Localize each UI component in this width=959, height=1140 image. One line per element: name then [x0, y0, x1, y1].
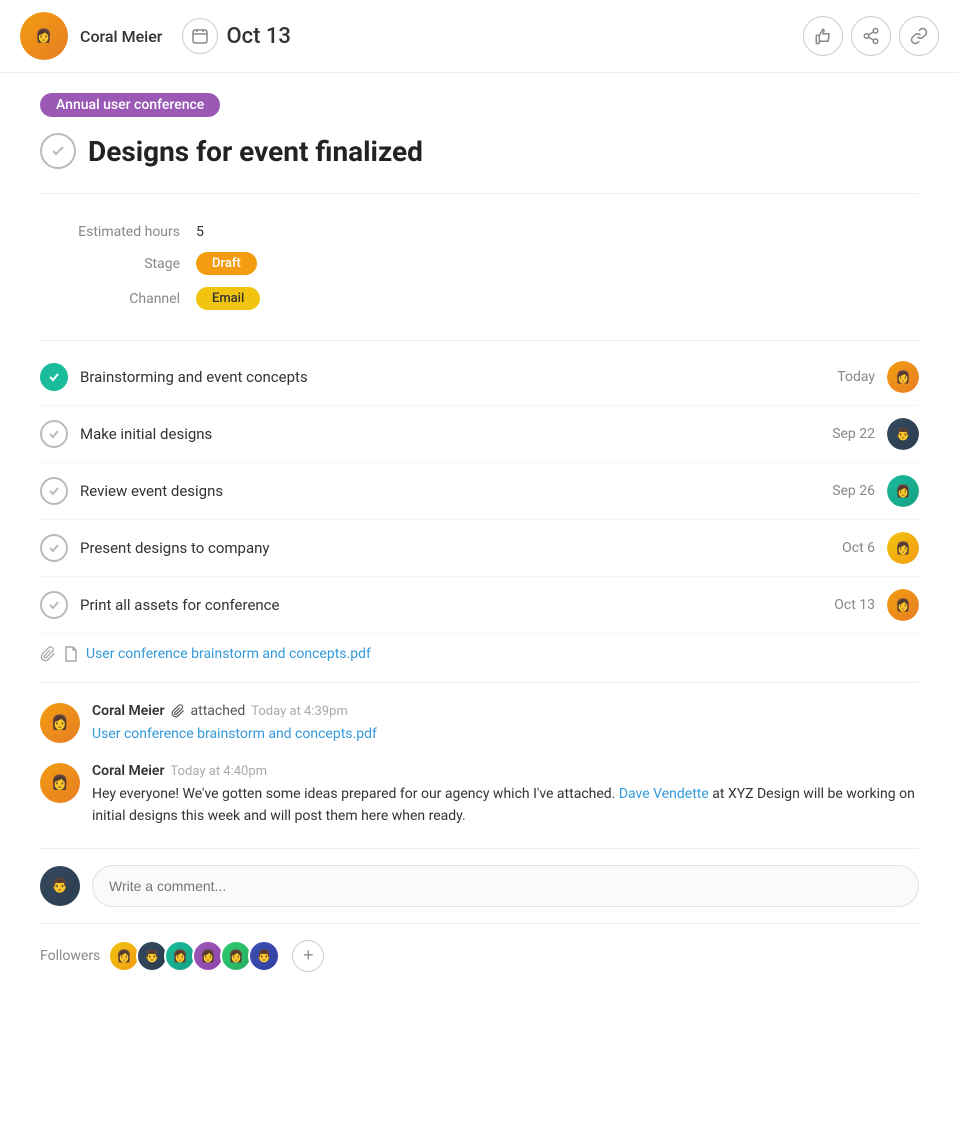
estimated-hours-label: Estimated hours	[40, 224, 180, 240]
activity-avatar-1: 👩	[40, 763, 80, 803]
subtask-date-2: Sep 26	[832, 483, 875, 499]
stage-row: Stage Draft	[40, 246, 919, 281]
table-row: Make initial designs Sep 22 👨	[40, 406, 919, 463]
activity-text-1: Hey everyone! We've gotten some ideas pr…	[92, 783, 919, 828]
link-button[interactable]	[899, 16, 939, 56]
activity-content-1: Coral Meier Today at 4:40pm Hey everyone…	[92, 763, 919, 828]
stage-label: Stage	[40, 256, 180, 272]
subtask-date-3: Oct 6	[842, 540, 875, 556]
subtask-check-3[interactable]	[40, 534, 68, 562]
table-row: Print all assets for conference Oct 13 👩	[40, 577, 919, 634]
comment-section: 👨	[40, 848, 919, 923]
subtask-name-1: Make initial designs	[80, 425, 832, 443]
follower-avatar-5[interactable]: 👨	[248, 940, 280, 972]
share-button[interactable]	[851, 16, 891, 56]
commenter-avatar: 👨	[40, 866, 80, 906]
attachment-link[interactable]: User conference brainstorm and concepts.…	[86, 646, 371, 662]
subtask-date-1: Sep 22	[832, 426, 875, 442]
subtask-avatar-0: 👩	[887, 361, 919, 393]
subtask-check-4[interactable]	[40, 591, 68, 619]
activity-item-1: 👩 Coral Meier Today at 4:40pm Hey everyo…	[40, 763, 919, 828]
project-tag[interactable]: Annual user conference	[40, 93, 220, 117]
activity-action-0: attached	[191, 703, 246, 719]
table-row: Review event designs Sep 26 👩	[40, 463, 919, 520]
title-row: Designs for event finalized	[40, 133, 919, 169]
subtask-check-2[interactable]	[40, 477, 68, 505]
activity-item-0: 👩 Coral Meier attached Today at 4:39pm U…	[40, 703, 919, 743]
subtask-avatar-2: 👩	[887, 475, 919, 507]
attachment-indicator-icon	[171, 704, 185, 718]
activity-content-0: Coral Meier attached Today at 4:39pm Use…	[92, 703, 919, 743]
subtask-name-2: Review event designs	[80, 482, 832, 500]
channel-badge[interactable]: Email	[196, 287, 260, 310]
header-date: Oct 13	[226, 24, 290, 49]
table-row: Present designs to company Oct 6 👩	[40, 520, 919, 577]
subtask-avatar-1: 👨	[887, 418, 919, 450]
table-row: Brainstorming and event concepts Today 👩	[40, 349, 919, 406]
estimated-hours-value: 5	[196, 224, 204, 240]
activity-time-0: Today at 4:39pm	[251, 704, 348, 719]
meta-divider	[40, 340, 919, 341]
estimated-hours-row: Estimated hours 5	[40, 218, 919, 246]
activity-section: 👩 Coral Meier attached Today at 4:39pm U…	[40, 682, 919, 828]
title-divider	[40, 193, 919, 194]
subtask-date-4: Oct 13	[834, 597, 875, 613]
comment-input[interactable]	[92, 865, 919, 907]
subtask-check-1[interactable]	[40, 420, 68, 448]
followers-section: Followers 👩 👨 👩 👩 👩 👨 +	[40, 923, 919, 988]
mention-link[interactable]: Dave Vendette	[619, 786, 709, 802]
task-complete-icon[interactable]	[40, 133, 76, 169]
like-button[interactable]	[803, 16, 843, 56]
followers-avatars: 👩 👨 👩 👩 👩 👨	[112, 940, 280, 972]
user-avatar[interactable]: 👩	[20, 12, 68, 60]
activity-user-name-0: Coral Meier	[92, 703, 165, 719]
header-actions	[803, 16, 939, 56]
header: 👩 Coral Meier Oct 13	[0, 0, 959, 73]
activity-time-1: Today at 4:40pm	[171, 764, 268, 779]
subtasks-section: Brainstorming and event concepts Today 👩…	[40, 349, 919, 674]
followers-label: Followers	[40, 948, 100, 964]
calendar-icon-button[interactable]	[182, 18, 218, 54]
subtask-name-4: Print all assets for conference	[80, 596, 834, 614]
activity-header-0: Coral Meier attached Today at 4:39pm	[92, 703, 919, 719]
activity-header-1: Coral Meier Today at 4:40pm	[92, 763, 919, 779]
stage-badge[interactable]: Draft	[196, 252, 257, 275]
header-user-name: Coral Meier	[80, 27, 162, 46]
subtask-avatar-4: 👩	[887, 589, 919, 621]
channel-row: Channel Email	[40, 281, 919, 316]
attachment-row: User conference brainstorm and concepts.…	[40, 634, 919, 674]
activity-user-name-1: Coral Meier	[92, 763, 165, 779]
add-follower-button[interactable]: +	[292, 940, 324, 972]
meta-section: Estimated hours 5 Stage Draft Channel Em…	[40, 202, 919, 332]
channel-label: Channel	[40, 291, 180, 307]
main-content: Annual user conference Designs for event…	[0, 73, 959, 1008]
subtask-name-3: Present designs to company	[80, 539, 842, 557]
subtask-name-0: Brainstorming and event concepts	[80, 368, 837, 386]
paperclip-icon	[40, 646, 56, 662]
subtask-avatar-3: 👩	[887, 532, 919, 564]
task-title: Designs for event finalized	[88, 135, 423, 168]
activity-attachment-link[interactable]: User conference brainstorm and concepts.…	[92, 726, 377, 742]
subtask-date-0: Today	[837, 369, 875, 385]
header-date-section: Oct 13	[182, 18, 290, 54]
activity-avatar-0: 👩	[40, 703, 80, 743]
file-icon	[64, 646, 78, 662]
subtask-check-0[interactable]	[40, 363, 68, 391]
